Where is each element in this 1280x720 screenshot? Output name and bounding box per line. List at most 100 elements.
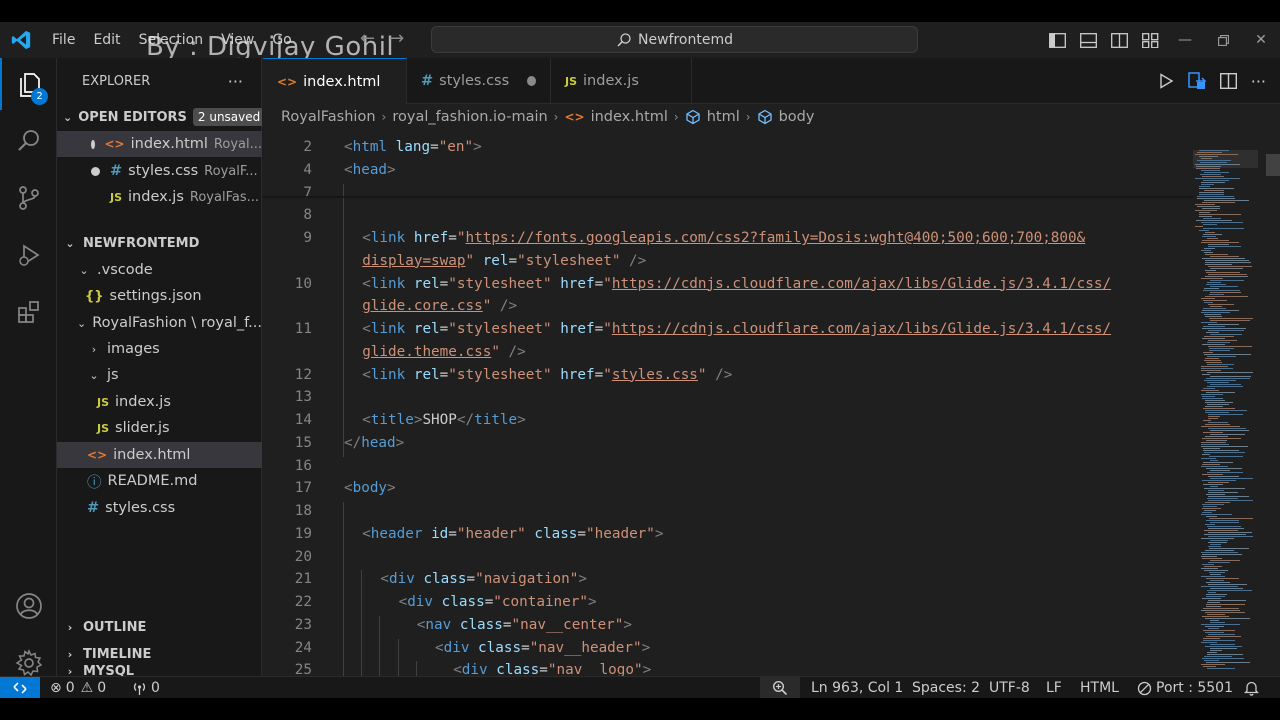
menu-view[interactable]: View xyxy=(212,22,263,58)
code-line[interactable]: <body> xyxy=(344,480,396,496)
mysql-section[interactable]: › MYSQL xyxy=(57,664,262,679)
dirty-dot-icon[interactable] xyxy=(91,139,95,149)
code-line[interactable]: <div class="container"> xyxy=(399,594,597,610)
code-token: < xyxy=(380,571,389,588)
code-editor[interactable]: 2 <html lang="en"> 4 <head> 7 8 9 <link href="h… xyxy=(263,128,1280,676)
tab-index-js[interactable]: JS index.js xyxy=(551,58,692,104)
back-arrow-icon[interactable]: ← xyxy=(360,28,375,49)
live-preview-icon[interactable] xyxy=(1187,72,1206,90)
code-line[interactable]: <link rel="stylesheet" href="https://cdn… xyxy=(362,276,1111,292)
code-line[interactable]: glide.theme.css" /> xyxy=(362,344,526,360)
extensions-activity[interactable] xyxy=(0,286,57,338)
run-debug-activity[interactable] xyxy=(0,229,57,281)
menu-go[interactable]: Go xyxy=(263,22,300,58)
code-line[interactable]: <div class="nav__logo"> xyxy=(453,662,651,676)
tab-index-html[interactable]: <> index.html xyxy=(263,58,407,104)
tree-file-selected[interactable]: <> index.html xyxy=(57,442,262,468)
vscode-logo-icon[interactable] xyxy=(9,29,33,51)
menu-selection[interactable]: Selection xyxy=(130,22,213,58)
breadcrumb-item[interactable]: html xyxy=(707,109,740,125)
tree-file[interactable]: JS slider.js xyxy=(57,415,262,441)
customize-layout-icon[interactable] xyxy=(1135,22,1166,58)
encoding[interactable]: UTF-8 xyxy=(989,677,1030,698)
minimize-icon[interactable]: — xyxy=(1166,22,1204,58)
run-icon[interactable] xyxy=(1158,73,1174,89)
code-line[interactable]: <div class="nav__header"> xyxy=(435,640,650,656)
breadcrumb-item[interactable]: royal_fashion.io-main xyxy=(392,109,547,125)
workspace-section[interactable]: ⌄ NEWFRONTEMD xyxy=(57,230,262,256)
code-line[interactable]: <head> xyxy=(344,162,396,178)
minimap[interactable] xyxy=(1193,150,1258,670)
toggle-panel-icon[interactable] xyxy=(1073,22,1104,58)
menu-file[interactable]: File xyxy=(43,22,84,58)
tree-folder[interactable]: ⌄ RoyalFashion \ royal_f... xyxy=(57,310,262,336)
open-editors-section[interactable]: ⌄ OPEN EDITORS 2 unsaved xyxy=(57,104,262,130)
code-token: > xyxy=(623,616,633,633)
tree-folder[interactable]: ⌄ .vscode xyxy=(57,257,262,283)
code-line[interactable]: <link rel="stylesheet" href="https://cdn… xyxy=(362,321,1111,337)
code-token: "header" xyxy=(456,525,526,542)
language-mode[interactable]: HTML xyxy=(1080,677,1119,698)
dirty-dot-icon[interactable] xyxy=(527,76,536,86)
split-editor-icon[interactable] xyxy=(1219,73,1237,89)
live-server-port[interactable]: Port : 5501 xyxy=(1137,677,1233,698)
code-line[interactable]: display=swap" rel="stylesheet" /> xyxy=(362,253,646,269)
more-actions-icon[interactable]: ··· xyxy=(228,72,243,91)
code-line[interactable]: <header id="header" class="header"> xyxy=(362,526,663,542)
tree-folder[interactable]: › images xyxy=(57,336,262,362)
more-actions-icon[interactable]: ··· xyxy=(1251,72,1266,91)
forward-arrow-icon[interactable]: → xyxy=(389,28,404,49)
remote-indicator[interactable] xyxy=(0,677,40,698)
code-line[interactable]: <nav class="nav__center"> xyxy=(417,617,632,633)
ports-indicator[interactable]: 0 xyxy=(132,677,160,698)
tree-file[interactable]: # styles.css xyxy=(57,495,262,521)
code-line[interactable]: <link href="https://fonts.googleapis.com… xyxy=(362,230,1085,246)
breadcrumb-item[interactable]: index.html xyxy=(591,109,668,125)
indentation[interactable]: Spaces: 2 xyxy=(912,677,980,698)
minimap-line xyxy=(1205,424,1230,425)
code-line[interactable]: glide.core.css" /> xyxy=(362,298,517,314)
code-line[interactable]: <title>SHOP</title> xyxy=(362,412,526,428)
minimap-line xyxy=(1204,452,1245,453)
search-activity[interactable] xyxy=(0,115,57,167)
toggle-secondary-sidebar-icon[interactable] xyxy=(1104,22,1135,58)
outline-section[interactable]: › OUTLINE xyxy=(57,614,262,640)
explorer-activity[interactable]: 2 xyxy=(0,58,57,110)
zoom-button[interactable] xyxy=(760,677,800,698)
tree-file[interactable]: ⓘ README.md xyxy=(57,468,262,494)
tab-styles-css[interactable]: # styles.css xyxy=(407,58,551,104)
source-control-activity[interactable] xyxy=(0,172,57,224)
restore-icon[interactable] xyxy=(1204,22,1242,58)
scrollbar-thumb[interactable] xyxy=(1266,154,1280,176)
breadcrumb-item[interactable]: RoyalFashion xyxy=(281,109,376,125)
tree-folder[interactable]: ⌄ js xyxy=(57,362,262,388)
close-icon[interactable]: ✕ xyxy=(1242,22,1280,58)
open-editor-item[interactable]: # styles.css RoyalF... xyxy=(57,158,262,184)
search-icon xyxy=(17,130,39,151)
minimap-line xyxy=(1206,378,1250,379)
problems-indicator[interactable]: ⊗ 0 ⚠ 0 xyxy=(50,677,106,698)
dirty-dot-icon[interactable] xyxy=(91,166,100,176)
minimap-line xyxy=(1206,332,1219,333)
code-line[interactable]: <div class="navigation"> xyxy=(380,571,587,587)
tree-item-label: RoyalFashion \ royal_f... xyxy=(92,315,262,331)
toggle-sidebar-icon[interactable] xyxy=(1042,22,1073,58)
notifications-bell-icon[interactable] xyxy=(1244,677,1259,698)
html-file-icon: <> xyxy=(564,110,585,124)
minimap-line xyxy=(1201,426,1240,427)
code-token: </ xyxy=(344,434,362,451)
minimap-line xyxy=(1200,174,1221,175)
tree-file[interactable]: JS index.js xyxy=(57,389,262,415)
open-editor-item[interactable]: <> index.html Royal... xyxy=(57,131,262,157)
open-editor-item[interactable]: JS index.js RoyalFas... xyxy=(57,184,262,210)
accounts-activity[interactable] xyxy=(0,580,57,632)
cursor-position[interactable]: Ln 963, Col 1 xyxy=(811,677,903,698)
tree-file[interactable]: {} settings.json xyxy=(57,283,262,309)
code-line[interactable]: <link rel="stylesheet" href="styles.css"… xyxy=(362,367,732,383)
command-center[interactable]: Newfrontemd xyxy=(431,26,918,53)
end-of-line[interactable]: LF xyxy=(1046,677,1062,698)
code-line[interactable]: </head> xyxy=(344,435,404,451)
code-line[interactable]: <html lang="en"> xyxy=(344,139,482,155)
menu-edit[interactable]: Edit xyxy=(84,22,129,58)
breadcrumb-item[interactable]: body xyxy=(779,109,815,125)
